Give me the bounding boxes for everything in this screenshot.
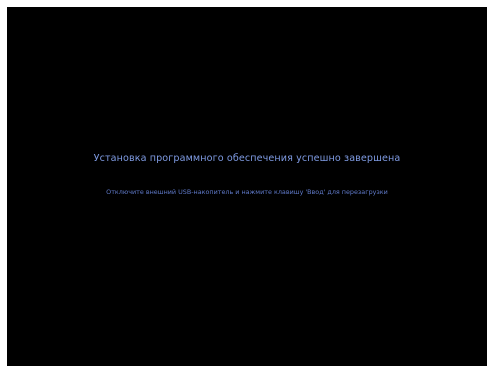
reboot-instruction: Отключите внешний USB-накопитель и нажми… (106, 188, 388, 196)
completion-title: Установка программного обеспечения успеш… (93, 153, 401, 164)
installer-screen: Установка программного обеспечения успеш… (7, 7, 487, 366)
